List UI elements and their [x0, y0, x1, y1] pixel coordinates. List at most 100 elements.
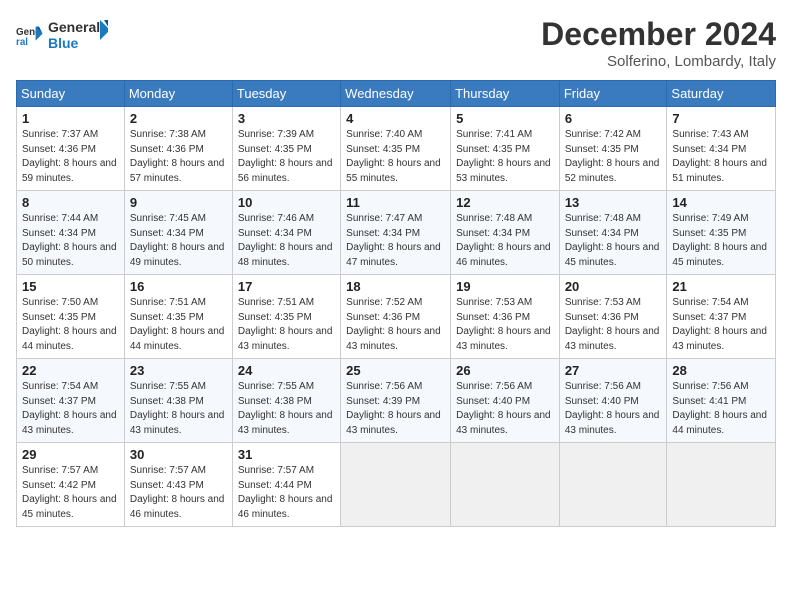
calendar-cell: 25 Sunrise: 7:56 AM Sunset: 4:39 PM Dayl…	[341, 359, 451, 443]
svg-text:General: General	[48, 19, 100, 35]
calendar-week-row: 15 Sunrise: 7:50 AM Sunset: 4:35 PM Dayl…	[17, 275, 776, 359]
calendar-cell: 3 Sunrise: 7:39 AM Sunset: 4:35 PM Dayli…	[232, 107, 340, 191]
day-info: Sunrise: 7:52 AM Sunset: 4:36 PM Dayligh…	[346, 296, 445, 354]
day-info: Sunrise: 7:47 AM Sunset: 4:34 PM Dayligh…	[346, 212, 445, 270]
calendar-cell	[451, 443, 560, 527]
day-number: 6	[565, 111, 662, 126]
day-number: 2	[130, 111, 227, 126]
day-number: 30	[130, 447, 227, 462]
calendar-day-header: Monday	[124, 81, 232, 107]
calendar-cell: 30 Sunrise: 7:57 AM Sunset: 4:43 PM Dayl…	[124, 443, 232, 527]
day-number: 13	[565, 195, 662, 210]
calendar-cell: 21 Sunrise: 7:54 AM Sunset: 4:37 PM Dayl…	[667, 275, 776, 359]
calendar-cell: 11 Sunrise: 7:47 AM Sunset: 4:34 PM Dayl…	[341, 191, 451, 275]
calendar-cell: 6 Sunrise: 7:42 AM Sunset: 4:35 PM Dayli…	[559, 107, 667, 191]
calendar-cell: 22 Sunrise: 7:54 AM Sunset: 4:37 PM Dayl…	[17, 359, 125, 443]
day-number: 25	[346, 363, 445, 378]
calendar-day-header: Thursday	[451, 81, 560, 107]
calendar-table: SundayMondayTuesdayWednesdayThursdayFrid…	[16, 80, 776, 527]
day-info: Sunrise: 7:51 AM Sunset: 4:35 PM Dayligh…	[238, 296, 335, 354]
day-number: 23	[130, 363, 227, 378]
calendar-cell	[341, 443, 451, 527]
calendar-cell: 19 Sunrise: 7:53 AM Sunset: 4:36 PM Dayl…	[451, 275, 560, 359]
calendar-cell: 28 Sunrise: 7:56 AM Sunset: 4:41 PM Dayl…	[667, 359, 776, 443]
day-info: Sunrise: 7:44 AM Sunset: 4:34 PM Dayligh…	[22, 212, 119, 270]
day-info: Sunrise: 7:51 AM Sunset: 4:35 PM Dayligh…	[130, 296, 227, 354]
day-info: Sunrise: 7:49 AM Sunset: 4:35 PM Dayligh…	[672, 212, 770, 270]
day-info: Sunrise: 7:57 AM Sunset: 4:44 PM Dayligh…	[238, 464, 335, 522]
day-info: Sunrise: 7:56 AM Sunset: 4:40 PM Dayligh…	[456, 380, 554, 438]
day-number: 20	[565, 279, 662, 294]
day-info: Sunrise: 7:57 AM Sunset: 4:43 PM Dayligh…	[130, 464, 227, 522]
day-info: Sunrise: 7:55 AM Sunset: 4:38 PM Dayligh…	[238, 380, 335, 438]
calendar-cell: 20 Sunrise: 7:53 AM Sunset: 4:36 PM Dayl…	[559, 275, 667, 359]
calendar-cell: 14 Sunrise: 7:49 AM Sunset: 4:35 PM Dayl…	[667, 191, 776, 275]
calendar-cell: 29 Sunrise: 7:57 AM Sunset: 4:42 PM Dayl…	[17, 443, 125, 527]
day-info: Sunrise: 7:48 AM Sunset: 4:34 PM Dayligh…	[565, 212, 662, 270]
day-info: Sunrise: 7:55 AM Sunset: 4:38 PM Dayligh…	[130, 380, 227, 438]
calendar-cell: 13 Sunrise: 7:48 AM Sunset: 4:34 PM Dayl…	[559, 191, 667, 275]
day-info: Sunrise: 7:45 AM Sunset: 4:34 PM Dayligh…	[130, 212, 227, 270]
day-info: Sunrise: 7:41 AM Sunset: 4:35 PM Dayligh…	[456, 128, 554, 186]
calendar-cell: 5 Sunrise: 7:41 AM Sunset: 4:35 PM Dayli…	[451, 107, 560, 191]
day-number: 5	[456, 111, 554, 126]
day-number: 7	[672, 111, 770, 126]
day-number: 18	[346, 279, 445, 294]
day-info: Sunrise: 7:53 AM Sunset: 4:36 PM Dayligh…	[565, 296, 662, 354]
calendar-cell: 15 Sunrise: 7:50 AM Sunset: 4:35 PM Dayl…	[17, 275, 125, 359]
calendar-week-row: 1 Sunrise: 7:37 AM Sunset: 4:36 PM Dayli…	[17, 107, 776, 191]
day-number: 29	[22, 447, 119, 462]
calendar-week-row: 22 Sunrise: 7:54 AM Sunset: 4:37 PM Dayl…	[17, 359, 776, 443]
day-number: 22	[22, 363, 119, 378]
calendar-cell: 7 Sunrise: 7:43 AM Sunset: 4:34 PM Dayli…	[667, 107, 776, 191]
day-number: 26	[456, 363, 554, 378]
calendar-day-header: Saturday	[667, 81, 776, 107]
day-number: 31	[238, 447, 335, 462]
location: Solferino, Lombardy, Italy	[541, 53, 776, 70]
day-number: 10	[238, 195, 335, 210]
calendar-cell: 10 Sunrise: 7:46 AM Sunset: 4:34 PM Dayl…	[232, 191, 340, 275]
day-info: Sunrise: 7:56 AM Sunset: 4:39 PM Dayligh…	[346, 380, 445, 438]
day-number: 15	[22, 279, 119, 294]
calendar-cell: 23 Sunrise: 7:55 AM Sunset: 4:38 PM Dayl…	[124, 359, 232, 443]
svg-text:Blue: Blue	[48, 35, 79, 51]
day-number: 21	[672, 279, 770, 294]
day-info: Sunrise: 7:38 AM Sunset: 4:36 PM Dayligh…	[130, 128, 227, 186]
day-info: Sunrise: 7:42 AM Sunset: 4:35 PM Dayligh…	[565, 128, 662, 186]
calendar-cell: 12 Sunrise: 7:48 AM Sunset: 4:34 PM Dayl…	[451, 191, 560, 275]
day-info: Sunrise: 7:53 AM Sunset: 4:36 PM Dayligh…	[456, 296, 554, 354]
month-title: December 2024	[541, 16, 776, 53]
day-number: 1	[22, 111, 119, 126]
calendar-day-header: Tuesday	[232, 81, 340, 107]
calendar-day-header: Wednesday	[341, 81, 451, 107]
day-number: 19	[456, 279, 554, 294]
general-blue-logo: General Blue	[48, 16, 108, 54]
calendar-cell: 16 Sunrise: 7:51 AM Sunset: 4:35 PM Dayl…	[124, 275, 232, 359]
header: Gene ral General Blue December 2024 Solf…	[16, 16, 776, 70]
calendar-cell: 26 Sunrise: 7:56 AM Sunset: 4:40 PM Dayl…	[451, 359, 560, 443]
day-info: Sunrise: 7:39 AM Sunset: 4:35 PM Dayligh…	[238, 128, 335, 186]
day-info: Sunrise: 7:54 AM Sunset: 4:37 PM Dayligh…	[22, 380, 119, 438]
day-info: Sunrise: 7:37 AM Sunset: 4:36 PM Dayligh…	[22, 128, 119, 186]
calendar-header-row: SundayMondayTuesdayWednesdayThursdayFrid…	[17, 81, 776, 107]
day-number: 11	[346, 195, 445, 210]
calendar-cell	[667, 443, 776, 527]
day-number: 24	[238, 363, 335, 378]
day-number: 16	[130, 279, 227, 294]
calendar-cell: 31 Sunrise: 7:57 AM Sunset: 4:44 PM Dayl…	[232, 443, 340, 527]
calendar-week-row: 29 Sunrise: 7:57 AM Sunset: 4:42 PM Dayl…	[17, 443, 776, 527]
day-info: Sunrise: 7:46 AM Sunset: 4:34 PM Dayligh…	[238, 212, 335, 270]
day-number: 28	[672, 363, 770, 378]
svg-text:ral: ral	[16, 37, 28, 48]
calendar-cell: 2 Sunrise: 7:38 AM Sunset: 4:36 PM Dayli…	[124, 107, 232, 191]
day-number: 14	[672, 195, 770, 210]
calendar-cell: 17 Sunrise: 7:51 AM Sunset: 4:35 PM Dayl…	[232, 275, 340, 359]
calendar-day-header: Sunday	[17, 81, 125, 107]
day-info: Sunrise: 7:56 AM Sunset: 4:40 PM Dayligh…	[565, 380, 662, 438]
calendar-cell: 27 Sunrise: 7:56 AM Sunset: 4:40 PM Dayl…	[559, 359, 667, 443]
logo-icon: Gene ral	[16, 21, 44, 49]
calendar-cell: 18 Sunrise: 7:52 AM Sunset: 4:36 PM Dayl…	[341, 275, 451, 359]
day-info: Sunrise: 7:40 AM Sunset: 4:35 PM Dayligh…	[346, 128, 445, 186]
day-number: 4	[346, 111, 445, 126]
calendar-cell: 8 Sunrise: 7:44 AM Sunset: 4:34 PM Dayli…	[17, 191, 125, 275]
